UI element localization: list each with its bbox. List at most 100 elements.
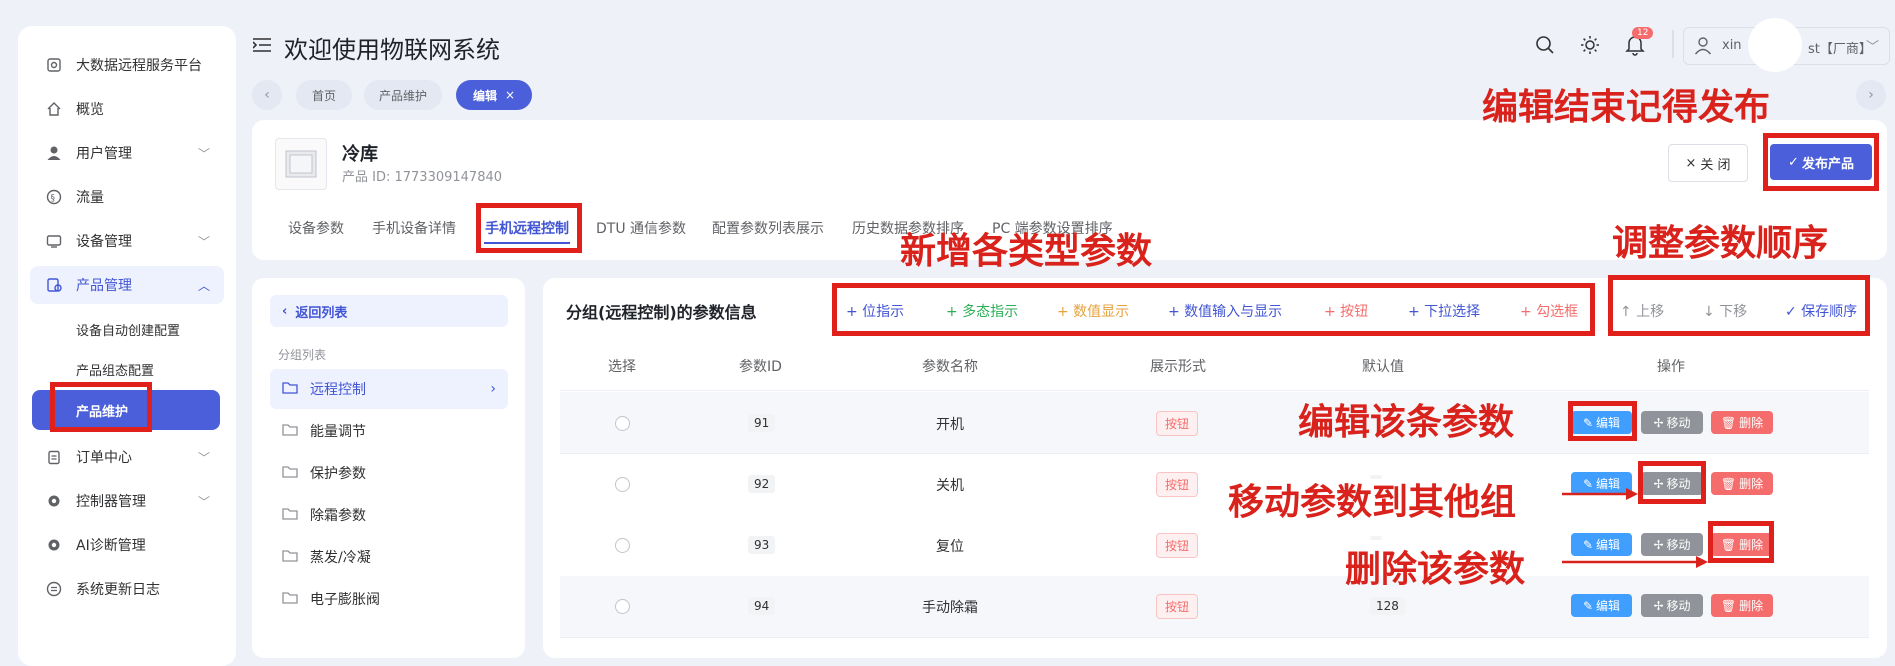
chevron-down-icon: ﹀ (197, 147, 210, 161)
param-name: 开机 (936, 417, 964, 433)
group-item[interactable]: 蒸发/冷凝 (270, 537, 508, 577)
sidebar-item-devices[interactable]: 设备管理 ﹀ (30, 222, 224, 260)
move-label: 移动 (1666, 416, 1691, 430)
svg-text:§: § (51, 194, 56, 204)
param-name: 手动除霜 (922, 600, 978, 616)
product-id: 产品 ID: 1773309147840 (342, 170, 503, 185)
tab-home[interactable]: 首页 (296, 80, 352, 110)
menu-fold-icon[interactable] (252, 37, 271, 56)
group-label: 电子膨胀阀 (310, 592, 380, 608)
sidebar-item-orders[interactable]: 订单中心 ﹀ (30, 438, 224, 476)
group-label: 保护参数 (310, 466, 366, 482)
move-icon: ✢ (1653, 415, 1664, 430)
product-image (275, 138, 327, 190)
delete-button[interactable]: 🗑 删除 (1711, 472, 1773, 495)
search-icon[interactable] (1535, 35, 1555, 59)
tab-mobile-detail[interactable]: 手机设备详情 (372, 218, 456, 238)
column-header: 参数名称 (922, 359, 978, 375)
move-label: 移动 (1666, 599, 1691, 613)
sidebar-item-flow[interactable]: § 流量 (30, 178, 224, 216)
tab-device-params[interactable]: 设备参数 (288, 218, 344, 238)
row-select-radio[interactable] (615, 538, 630, 553)
delete-label: 删除 (1739, 599, 1764, 613)
annotation-move: 移动参数到其他组 (1228, 482, 1517, 523)
row-select-radio[interactable] (615, 416, 630, 431)
sidebar-item-users[interactable]: 用户管理 ﹀ (30, 134, 224, 172)
sidebar-item-changelog[interactable]: 系统更新日志 (30, 570, 224, 608)
delete-label: 删除 (1739, 416, 1764, 430)
folder-icon (282, 507, 298, 524)
gear-icon (46, 493, 62, 509)
param-form-badge: 按钮 (1156, 533, 1199, 558)
folder-icon (282, 465, 298, 482)
chevron-left-icon: ‹ (264, 87, 270, 103)
tab-product-maintenance[interactable]: 产品维护 (364, 80, 442, 110)
sidebar-item-label: 流量 (76, 190, 104, 206)
sidebar-item-controllers[interactable]: 控制器管理 ﹀ (30, 482, 224, 520)
annotation-box (1708, 521, 1774, 563)
edit-label: 编辑 (1596, 538, 1621, 552)
edit-icon: ✎ (1582, 598, 1594, 613)
edit-label: 编辑 (1596, 599, 1621, 613)
sidebar-sub-auto-create[interactable]: 设备自动创建配置 (30, 312, 224, 346)
param-id: 91 (748, 414, 776, 432)
group-item[interactable]: 能量调节 (270, 411, 508, 451)
sidebar-item-label: 用户管理 (76, 146, 132, 162)
sidebar-item-label: 系统更新日志 (76, 582, 160, 598)
delete-button[interactable]: 🗑 删除 (1711, 594, 1773, 617)
row-select-radio[interactable] (615, 599, 630, 614)
sidebar-item-ai[interactable]: AI诊断管理 (30, 526, 224, 564)
arrow-icon (1562, 556, 1708, 568)
annotation-publish: 编辑结束记得发布 (1482, 87, 1771, 128)
move-label: 移动 (1666, 538, 1691, 552)
close-button[interactable]: × 关 闭 (1668, 144, 1748, 182)
sidebar-sub-label: 产品组态配置 (76, 363, 155, 379)
tabs-prev-button[interactable]: ‹ (252, 80, 282, 110)
close-icon: × (1685, 155, 1697, 171)
group-section-label: 分组列表 (278, 348, 327, 362)
annotation-box (832, 283, 1595, 336)
sidebar-sub-label: 设备自动创建配置 (76, 323, 181, 339)
row-select-radio[interactable] (615, 477, 630, 492)
group-label: 远程控制 (310, 382, 366, 398)
sidebar-item-platform[interactable]: 大数据远程服务平台 (30, 46, 224, 84)
param-id: 92 (748, 475, 776, 493)
back-to-list-button[interactable]: ‹ 返回列表 (270, 295, 508, 327)
chevron-up-icon: ︿ (197, 279, 210, 293)
sidebar-sub-config[interactable]: 产品组态配置 (30, 352, 224, 386)
annotation-box (1763, 133, 1879, 191)
column-header: 参数ID (739, 359, 782, 375)
group-item[interactable]: 除霜参数 (270, 495, 508, 535)
arrow-icon (1562, 488, 1638, 500)
sidebar-item-label: 大数据远程服务平台 (76, 58, 202, 74)
group-item[interactable]: 保护参数 (270, 453, 508, 493)
column-header: 默认值 (1362, 359, 1404, 375)
annotation-edit: 编辑该条参数 (1298, 402, 1515, 443)
product-name: 冷库 (342, 144, 378, 165)
group-item[interactable]: 电子膨胀阀 (270, 579, 508, 619)
move-button[interactable]: ✢ 移动 (1641, 594, 1703, 617)
theme-sun-icon[interactable] (1580, 35, 1600, 59)
param-id: 93 (748, 536, 776, 554)
group-item-remote[interactable]: 远程控制 › (270, 369, 508, 409)
param-form-badge: 按钮 (1156, 594, 1199, 619)
tabs-next-button[interactable]: › (1856, 80, 1886, 110)
tag-label: 首页 (311, 88, 336, 103)
annotation-box (1638, 461, 1706, 504)
annotation-box (50, 382, 152, 432)
sidebar-item-label: 概览 (76, 102, 104, 118)
move-button[interactable]: ✢ 移动 (1641, 411, 1703, 434)
chevron-down-icon[interactable]: ﹀ (1866, 36, 1879, 55)
trash-icon: 🗑 (1720, 415, 1737, 430)
sidebar-item-products[interactable]: 产品管理 ︿ (30, 266, 224, 304)
close-icon[interactable]: × (505, 88, 515, 102)
delete-button[interactable]: 🗑 删除 (1711, 411, 1773, 434)
folder-icon (282, 549, 298, 566)
sidebar-item-overview[interactable]: 概览 (30, 90, 224, 128)
tab-dtu-params[interactable]: DTU 通信参数 (596, 218, 686, 238)
tab-edit[interactable]: 编辑 × (456, 80, 532, 110)
edit-button[interactable]: ✎ 编辑 (1571, 594, 1632, 617)
annotation-reorder: 调整参数顺序 (1612, 223, 1829, 264)
chevron-down-icon: ﹀ (197, 235, 210, 249)
tab-config-list[interactable]: 配置参数列表展示 (712, 218, 824, 238)
